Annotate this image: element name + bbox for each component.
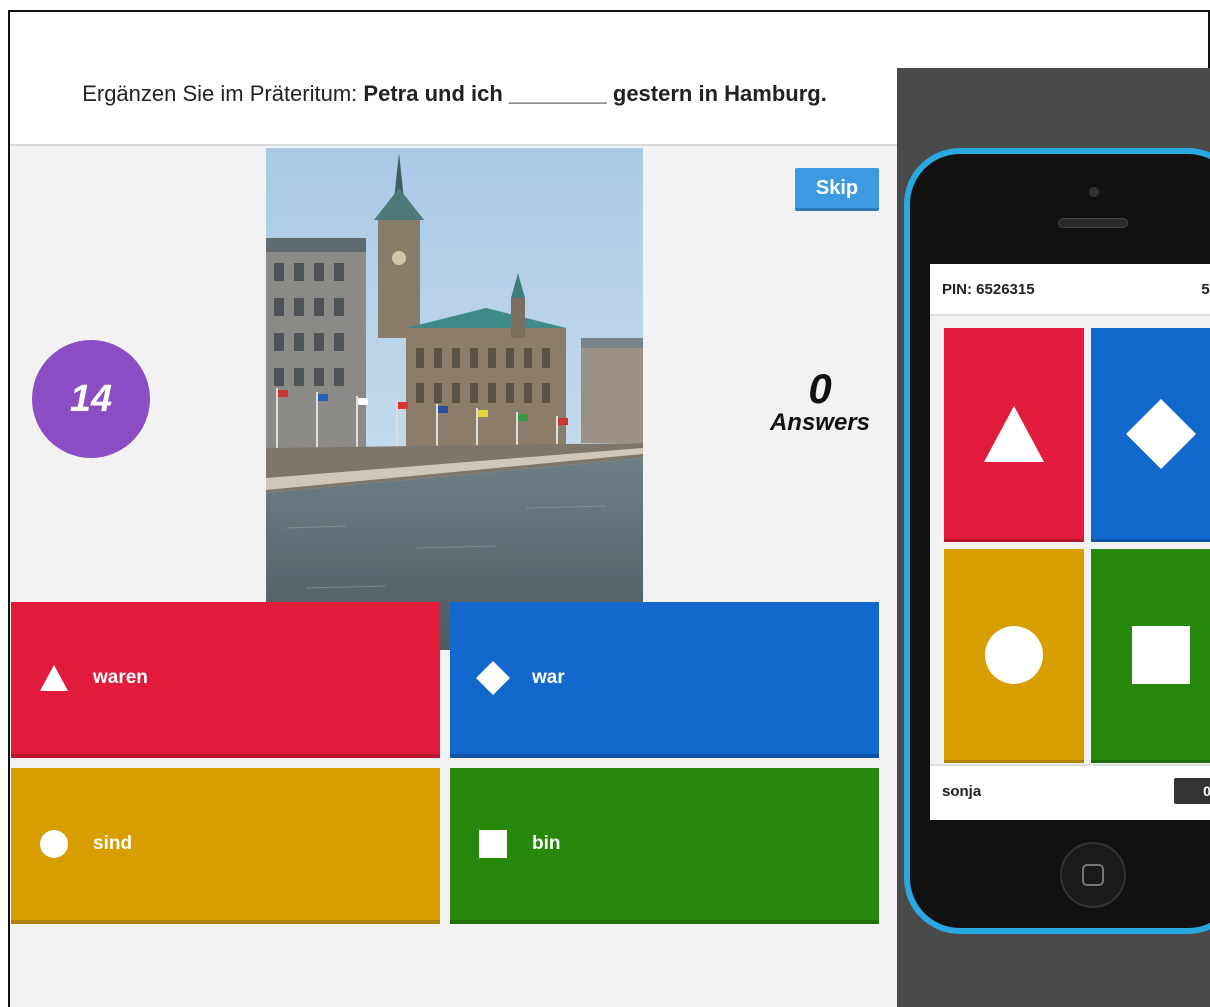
square-icon xyxy=(476,827,510,861)
question-text: Petra und ich ________ gestern in Hambur… xyxy=(363,81,827,106)
phone-answer-triangle[interactable] xyxy=(944,328,1084,542)
phone-body: PIN: 6526315 5 of sonja 0 xyxy=(910,154,1210,928)
diamond-icon xyxy=(1126,398,1196,469)
question-progress: 5 of xyxy=(1201,280,1210,298)
hamburg-town-hall-image xyxy=(266,148,643,650)
answer-label: sind xyxy=(93,833,133,854)
phone-frame: PIN: 6526315 5 of sonja 0 xyxy=(904,148,1210,934)
triangle-icon xyxy=(984,405,1044,462)
phone-footer: sonja 0 xyxy=(930,764,1210,816)
player-score: 0 xyxy=(1174,778,1210,804)
answer-label: war xyxy=(532,667,565,688)
answers-label: Answers xyxy=(769,409,871,436)
camera-icon xyxy=(1089,187,1099,197)
answer-option-triangle[interactable]: waren xyxy=(11,602,440,758)
question-image xyxy=(266,148,643,650)
diamond-icon xyxy=(476,661,510,695)
phone-answer-diamond[interactable] xyxy=(1091,328,1210,542)
game-pin: PIN: 6526315 xyxy=(942,280,1035,298)
question-prefix: Ergänzen Sie im Präteritum: xyxy=(82,81,364,106)
question-bar: Ergänzen Sie im Präteritum: Petra und ic… xyxy=(10,68,899,146)
home-button[interactable] xyxy=(1060,842,1126,908)
phone-answer-square[interactable] xyxy=(1091,549,1210,763)
answer-label: waren xyxy=(93,667,148,688)
answer-label: bin xyxy=(532,833,561,854)
home-icon xyxy=(1082,864,1104,886)
speaker-grille xyxy=(1058,218,1128,228)
phone-screen: PIN: 6526315 5 of sonja 0 xyxy=(930,264,1210,820)
countdown-timer: 14 xyxy=(32,340,150,458)
answer-option-circle[interactable]: sind xyxy=(11,768,440,924)
circle-icon xyxy=(37,827,71,861)
phone-answer-grid xyxy=(930,316,1210,764)
answers-counter: 0 Answers xyxy=(750,368,890,436)
answer-option-square[interactable]: bin xyxy=(450,768,879,924)
answers-count: 0 xyxy=(808,365,832,412)
square-icon xyxy=(1132,625,1190,684)
circle-icon xyxy=(985,625,1043,684)
skip-button[interactable]: Skip xyxy=(795,168,879,211)
phone-answer-circle[interactable] xyxy=(944,549,1084,763)
player-name: sonja xyxy=(942,782,982,800)
answer-option-diamond[interactable]: war xyxy=(450,602,879,758)
top-bar xyxy=(8,10,1210,68)
triangle-icon xyxy=(37,661,71,695)
phone-header: PIN: 6526315 5 of xyxy=(930,264,1210,316)
